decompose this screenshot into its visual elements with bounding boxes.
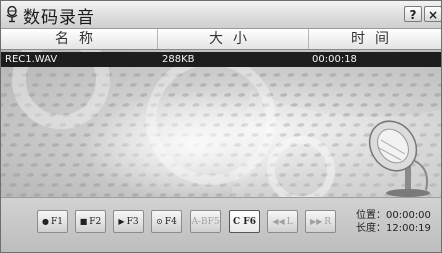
ab-repeat-button[interactable]: A-BF5 [190, 210, 221, 233]
ab-repeat-label: A-BF5 [191, 216, 220, 227]
stop-button[interactable]: ■ F2 [75, 210, 106, 233]
pause-button[interactable]: ⊙ F4 [151, 210, 182, 233]
position-readout: 位置：00:00:00 [356, 210, 431, 221]
c-button[interactable]: C F6 [229, 210, 260, 233]
column-header-size[interactable]: 大小 [158, 29, 309, 49]
c-button-label: C F6 [233, 216, 256, 227]
column-header: 名称 大小 时间 [1, 29, 441, 50]
file-name-cell: REC1.WAV [5, 54, 58, 65]
close-button[interactable]: × [424, 6, 441, 22]
rewind-button-label: L [286, 216, 293, 227]
file-size-cell: 288KB [162, 54, 195, 65]
record-button[interactable]: ● F1 [37, 210, 68, 233]
table-row[interactable]: REC1.WAV 288KB 00:00:18 [1, 52, 441, 67]
recorder-window: 数码录音 ? × 名称 大小 时间 REC1.WAV 288KB 00:00:1… [0, 0, 442, 253]
play-triangle-icon: ▶ [118, 217, 125, 226]
pause-button-label: F4 [164, 216, 177, 227]
window-title: 数码录音 [23, 8, 95, 28]
rewind-button[interactable]: ◀◀ L [267, 210, 298, 233]
record-dot-icon: ● [42, 217, 49, 226]
rewind-icon: ◀◀ [272, 217, 285, 226]
column-header-time[interactable]: 时间 [309, 29, 441, 49]
column-header-name[interactable]: 名称 [1, 29, 158, 49]
status-panel: 位置：00:00:00 长度：12:00:19 [356, 209, 431, 235]
circle-icon: ⊙ [156, 217, 163, 226]
control-toolbar: ● F1 ■ F2 ▶ F3 ⊙ F4 A-BF5 C F6 ◀◀ L ▶▶ R [1, 197, 441, 252]
help-button[interactable]: ? [404, 6, 422, 22]
play-button[interactable]: ▶ F3 [113, 210, 144, 233]
record-button-label: F1 [51, 216, 63, 227]
length-readout: 长度：12:00:19 [356, 223, 431, 234]
stop-button-label: F2 [89, 216, 102, 227]
microphone-icon [6, 6, 18, 23]
fast-forward-icon: ▶▶ [309, 217, 323, 226]
stop-square-icon: ■ [79, 217, 88, 226]
file-time-cell: 00:00:18 [312, 54, 357, 65]
recording-list[interactable]: REC1.WAV 288KB 00:00:18 [1, 50, 441, 197]
decorative-background [1, 50, 441, 197]
fast-forward-button-label: R [324, 216, 332, 227]
play-button-label: F3 [126, 216, 139, 227]
title-bar: 数码录音 ? × [1, 1, 441, 29]
fast-forward-button[interactable]: ▶▶ R [305, 210, 336, 233]
